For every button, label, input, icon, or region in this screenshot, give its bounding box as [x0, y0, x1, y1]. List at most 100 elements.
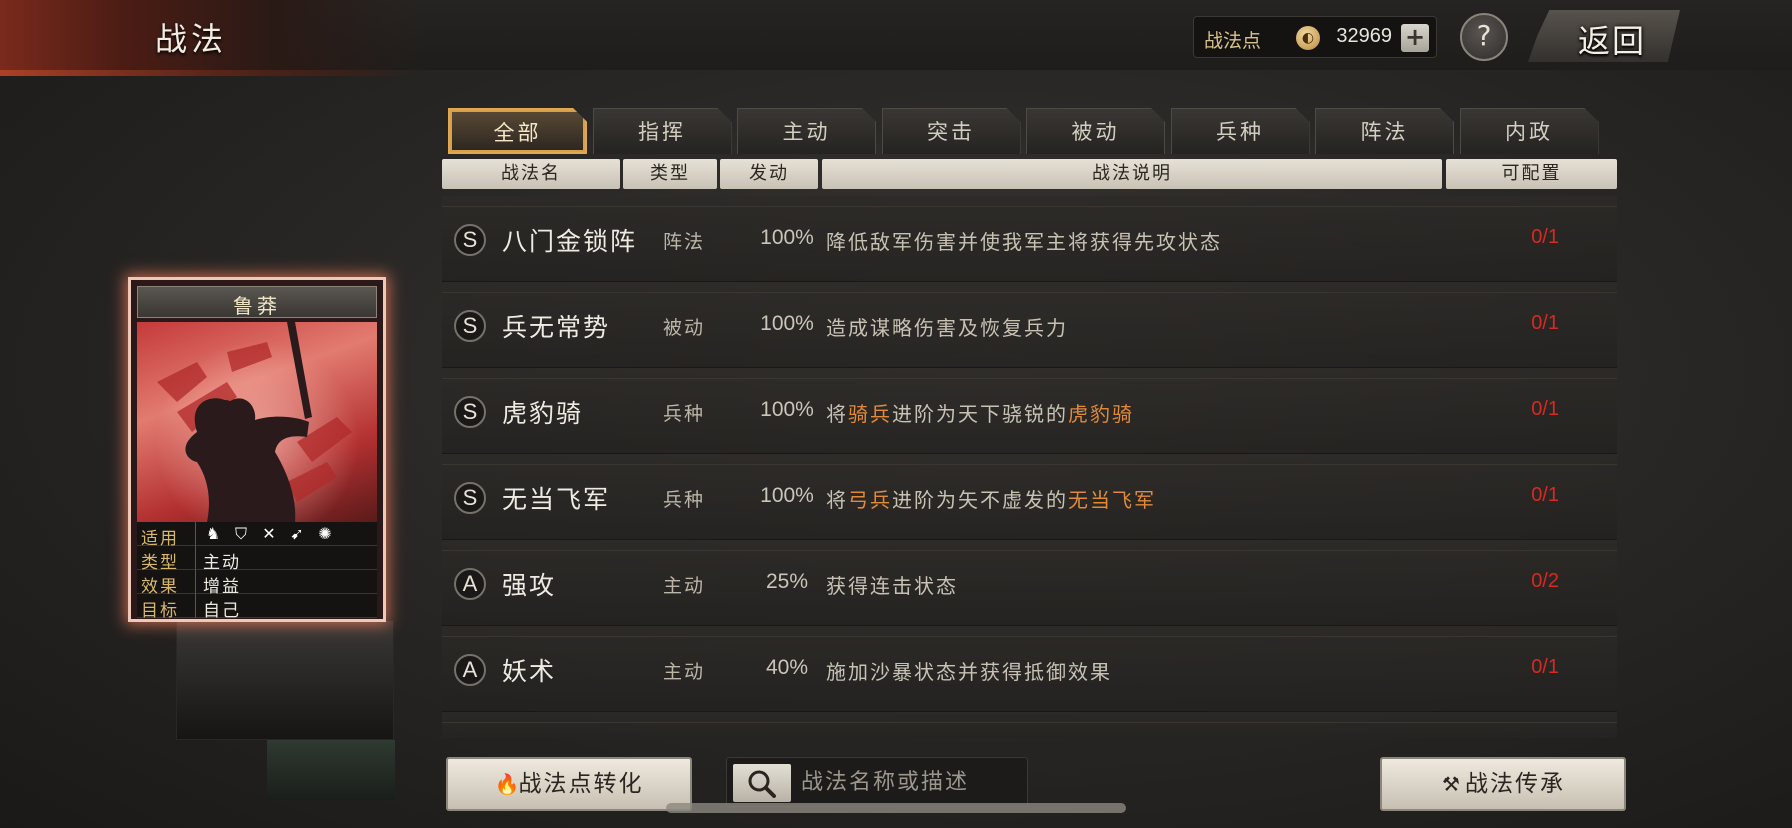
column-header-description: 战法说明 — [822, 159, 1442, 189]
tab-active[interactable]: 主动 — [737, 108, 876, 154]
description-text: 施加沙暴状态并获得抵御效果 — [826, 660, 1112, 684]
category-tabs: 全部 指挥 主动 突击 被动 兵种 阵法 内政 — [448, 108, 1608, 156]
stat-divider — [195, 570, 196, 594]
warrior-silhouette-image — [157, 322, 352, 522]
skill-config-count: 0/1 — [1531, 226, 1559, 248]
skill-rate: 100% — [760, 484, 814, 507]
hammer-icon: ⚒ — [1442, 772, 1462, 796]
tab-passive[interactable]: 被动 — [1026, 108, 1165, 154]
skill-type: 兵种 — [662, 489, 705, 511]
card-name-plate: 鲁莽 — [137, 286, 377, 318]
shield-icon: ⛉ — [234, 524, 247, 543]
skill-type: 阵法 — [662, 231, 705, 253]
skill-description: 降低敌军伤害并使我军主将获得先攻状态 — [826, 226, 1222, 255]
skill-list[interactable]: S 八门金锁阵 阵法 100% 降低敌军伤害并使我军主将获得先攻状态 0/1 S… — [442, 196, 1617, 738]
skill-inherit-label: 战法传承 — [1465, 771, 1565, 797]
grade-badge: A — [454, 568, 486, 600]
tab-internal-affairs[interactable]: 内政 — [1459, 108, 1599, 154]
highlighted-term: 弓兵 — [848, 488, 892, 512]
stat-divider — [195, 522, 196, 546]
description-text: 进阶为天下骁锐的 — [892, 402, 1068, 426]
skill-row-partial[interactable] — [442, 712, 1617, 738]
search-box[interactable] — [726, 757, 1028, 807]
skill-points-box: 战法点 ◐ 32969 + — [1193, 16, 1437, 58]
search-icon — [748, 770, 776, 798]
card-artwork — [137, 322, 377, 522]
skill-description: 获得连击状态 — [826, 570, 958, 599]
grade-badge: A — [454, 654, 486, 686]
tab-formation[interactable]: 阵法 — [1315, 108, 1454, 154]
description-text: 造成谋略伤害及恢复兵力 — [826, 316, 1068, 340]
hero-card-stack-back[interactable] — [176, 620, 394, 740]
stat-row-effect: 效果 增益 — [137, 570, 377, 597]
convert-points-button[interactable]: 🔥战法点转化 — [446, 757, 692, 811]
stat-row-target: 目标 自己 — [137, 594, 377, 621]
convert-points-label: 战法点转化 — [518, 771, 644, 797]
stat-label-target: 目标 — [141, 601, 179, 621]
skill-rate: 40% — [765, 656, 809, 679]
bow-icon: ✕ — [262, 524, 276, 543]
skill-type: 主动 — [662, 661, 705, 683]
back-button[interactable]: 返回 — [1528, 10, 1680, 62]
column-header-configurable[interactable]: 可配置 — [1446, 159, 1617, 189]
skill-type: 兵种 — [662, 403, 705, 425]
tab-all[interactable]: 全部 — [448, 108, 587, 154]
skill-description: 将骑兵进阶为天下骁锐的虎豹骑 — [826, 398, 1134, 427]
skill-description: 将弓兵进阶为矢不虚发的无当飞军 — [826, 484, 1156, 513]
tab-troop[interactable]: 兵种 — [1170, 108, 1310, 154]
grade-badge: S — [454, 224, 486, 256]
description-text: 降低敌军伤害并使我军主将获得先攻状态 — [826, 230, 1222, 254]
skill-row[interactable]: S 虎豹骑 兵种 100% 将骑兵进阶为天下骁锐的虎豹骑 0/1 — [442, 368, 1617, 454]
search-button[interactable] — [733, 764, 791, 802]
description-text: 获得连击状态 — [826, 574, 958, 598]
description-text: 进阶为矢不虚发的 — [892, 488, 1068, 512]
grade-badge: S — [454, 396, 486, 428]
card-skill-name: 鲁莽 — [233, 294, 281, 318]
column-header-name[interactable]: 战法名 — [442, 159, 620, 189]
table-header: 战法名 类型 发动 战法说明 可配置 — [442, 159, 1617, 189]
skill-config-count: 0/1 — [1531, 656, 1559, 678]
skill-name: 强攻 — [502, 571, 557, 600]
cavalry-icon: ♞ — [205, 524, 221, 543]
help-button[interactable]: ? — [1460, 13, 1508, 61]
skill-point-coin-icon: ◐ — [1296, 26, 1320, 50]
skill-description: 施加沙暴状态并获得抵御效果 — [826, 656, 1112, 685]
stat-row-type: 类型 主动 — [137, 546, 377, 573]
column-header-rate[interactable]: 发动 — [720, 159, 818, 189]
search-input[interactable] — [801, 762, 1021, 802]
hero-card-stack-back-2[interactable] — [267, 740, 395, 800]
column-header-type[interactable]: 类型 — [623, 159, 717, 189]
tab-command[interactable]: 指挥 — [592, 108, 732, 154]
skill-name: 妖术 — [502, 657, 557, 686]
skill-points-value: 32969 — [1336, 25, 1392, 47]
add-points-button[interactable]: + — [1401, 24, 1429, 52]
skill-name: 虎豹骑 — [502, 399, 584, 428]
stat-divider — [195, 594, 196, 618]
skill-config-count: 0/1 — [1531, 484, 1559, 506]
home-indicator[interactable] — [666, 803, 1126, 813]
skill-points-label: 战法点 — [1204, 30, 1262, 52]
page-title: 战法 — [155, 20, 228, 58]
skill-description: 造成谋略伤害及恢复兵力 — [826, 312, 1068, 341]
stat-row-apply: 适用 ♞ ⛉ ✕ ➹ ✺ — [137, 522, 377, 549]
skill-config-count: 0/1 — [1531, 398, 1559, 420]
skill-rate: 100% — [760, 226, 814, 249]
grade-badge: S — [454, 310, 486, 342]
skill-name: 无当飞军 — [502, 485, 611, 514]
stat-divider — [195, 546, 196, 570]
skill-name: 八门金锁阵 — [502, 227, 638, 256]
description-text: 将 — [826, 488, 848, 512]
skill-row[interactable]: S 八门金锁阵 阵法 100% 降低敌军伤害并使我军主将获得先攻状态 0/1 — [442, 196, 1617, 282]
skill-inherit-button[interactable]: ⚒ 战法传承 — [1380, 757, 1626, 811]
skill-rate: 25% — [765, 570, 809, 593]
skill-name: 兵无常势 — [502, 313, 611, 342]
back-button-label: 返回 — [1578, 22, 1647, 60]
skill-row[interactable]: S 无当飞军 兵种 100% 将弓兵进阶为矢不虚发的无当飞军 0/1 — [442, 454, 1617, 540]
skill-row[interactable]: A 强攻 主动 25% 获得连击状态 0/2 — [442, 540, 1617, 626]
skill-type: 主动 — [662, 575, 705, 597]
skill-row[interactable]: A 妖术 主动 40% 施加沙暴状态并获得抵御效果 0/1 — [442, 626, 1617, 712]
skill-detail-card[interactable]: 鲁莽 适用 ♞ ⛉ ✕ ➹ ✺ 类型 主动 效果 增益 目标 自己 — [128, 277, 386, 622]
description-text: 将 — [826, 402, 848, 426]
tab-assault[interactable]: 突击 — [881, 108, 1021, 154]
skill-row[interactable]: S 兵无常势 被动 100% 造成谋略伤害及恢复兵力 0/1 — [442, 282, 1617, 368]
